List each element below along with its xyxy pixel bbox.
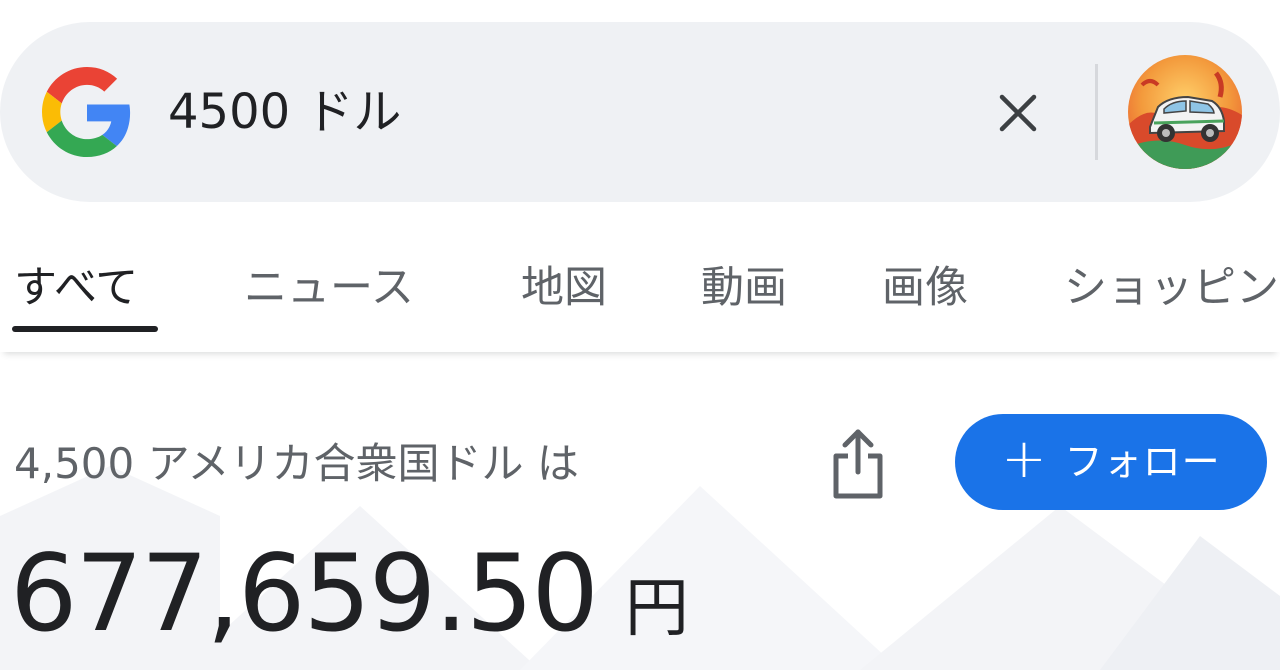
search-bar[interactable]: 4500 ドル	[0, 22, 1280, 202]
plus-icon: +	[1001, 427, 1047, 490]
search-tabs: すべて ニュース 地図 動画 画像 ショッピング	[0, 240, 1280, 352]
conversion-subtitle: 4,500 アメリカ合衆国ドル は	[14, 439, 579, 488]
tab-news[interactable]: ニュース	[244, 260, 414, 316]
currency-unit: 円	[624, 572, 689, 646]
active-tab-indicator	[12, 326, 158, 332]
search-bar-divider	[1095, 64, 1098, 160]
share-icon	[833, 429, 883, 499]
clear-search-button[interactable]	[985, 80, 1051, 146]
tab-maps[interactable]: 地図	[521, 260, 607, 316]
avatar-car-image	[1128, 55, 1242, 169]
avatar[interactable]	[1128, 55, 1242, 169]
close-icon	[999, 94, 1037, 132]
tab-videos[interactable]: 動画	[701, 260, 787, 316]
search-input[interactable]: 4500 ドル	[168, 84, 401, 140]
tab-all[interactable]: すべて	[14, 260, 138, 316]
follow-label: フォロー	[1064, 440, 1221, 484]
tab-shopping[interactable]: ショッピング	[1064, 260, 1280, 316]
follow-button[interactable]: + フォロー	[955, 414, 1267, 510]
conversion-result: 677,659.50 円	[10, 534, 689, 669]
share-button[interactable]	[820, 424, 896, 504]
converted-amount: 677,659.50	[10, 532, 599, 655]
tab-images[interactable]: 画像	[882, 260, 968, 316]
google-g-icon	[42, 67, 131, 157]
